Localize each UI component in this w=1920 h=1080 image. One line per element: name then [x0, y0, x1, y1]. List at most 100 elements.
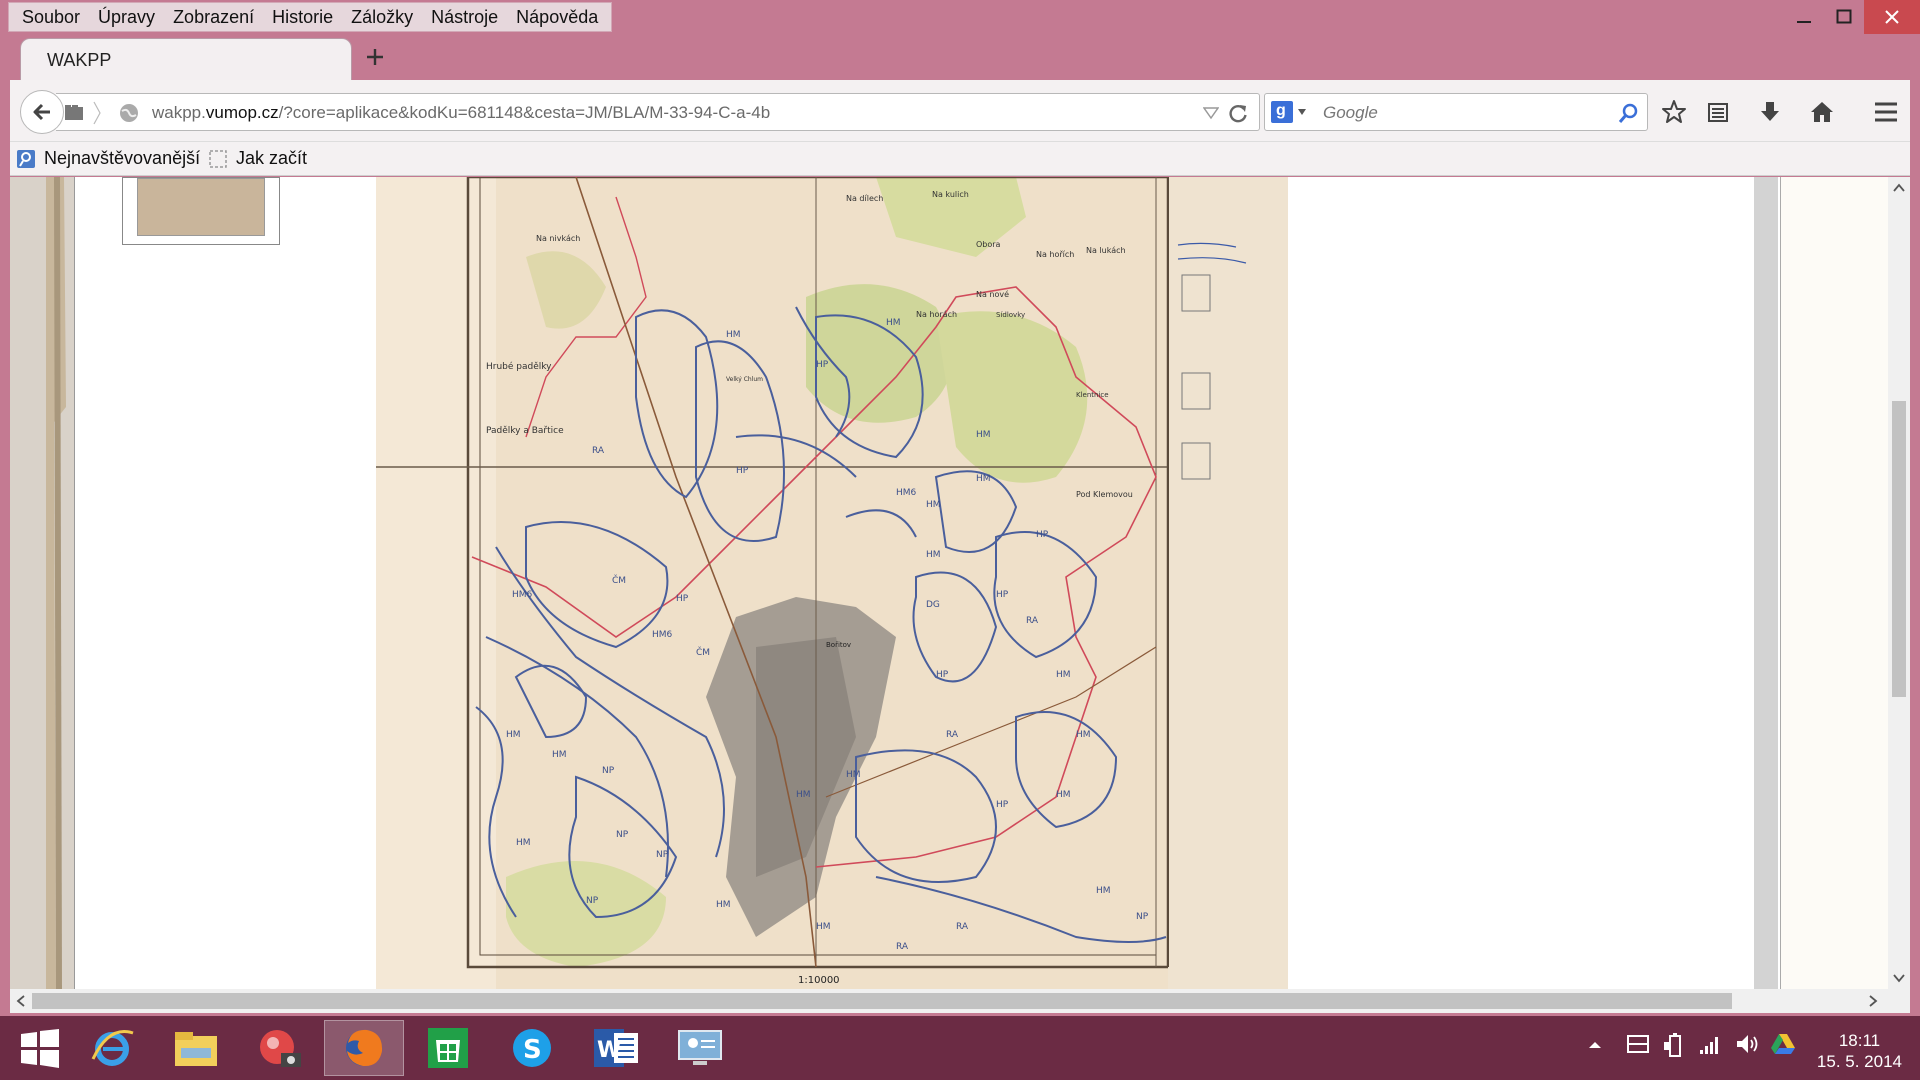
soil-code-label: HM: [516, 838, 531, 848]
map-place-label: Bořitov: [826, 641, 851, 649]
map-place-label: Klentnice: [1076, 391, 1109, 399]
tab-title: WAKPP: [47, 50, 112, 70]
menu-napoveda[interactable]: Nápověda: [507, 3, 607, 31]
soil-code-label: HM: [926, 500, 941, 510]
system-clock[interactable]: 18:11 15. 5. 2014: [1817, 1030, 1902, 1072]
bookmark-getting-started[interactable]: Jak začít: [208, 148, 307, 169]
soil-code-label: NP: [616, 830, 629, 840]
bookmark-most-visited[interactable]: Nejnavštěvovanější: [16, 148, 200, 169]
soil-code-label: HM: [1056, 790, 1071, 800]
taskbar-remote-desktop[interactable]: [660, 1020, 740, 1076]
bookmark-label: Jak začít: [236, 148, 308, 168]
soil-code-label: RA: [956, 922, 969, 932]
most-visited-icon: [17, 149, 35, 168]
vertical-scroll-thumb[interactable]: [1892, 401, 1906, 697]
taskbar-word[interactable]: W: [576, 1020, 656, 1076]
url-bar[interactable]: wakpp.vumop.cz/?core=aplikace&kodKu=6811…: [56, 93, 1260, 131]
site-globe-icon[interactable]: [118, 102, 140, 124]
soil-code-label: RA: [1026, 616, 1039, 626]
scanned-soil-map[interactable]: Na dílech Na kulich Obora Na nivkách Hru…: [376, 177, 1508, 989]
show-hidden-icons-icon[interactable]: [1588, 1040, 1602, 1050]
menu-bar: Soubor Úpravy Zobrazení Historie Záložky…: [8, 2, 613, 32]
menu-historie[interactable]: Historie: [263, 3, 342, 31]
url-text[interactable]: wakpp.vumop.cz/?core=aplikace&kodKu=6811…: [152, 103, 770, 123]
tab-groups-icon[interactable]: [64, 103, 84, 123]
right-gutter: [1754, 177, 1778, 989]
action-center-icon[interactable]: [1626, 1032, 1650, 1054]
taskbar-file-explorer[interactable]: [156, 1020, 236, 1076]
map-place-label: Na dílech: [846, 194, 883, 203]
power-battery-icon[interactable]: [1662, 1032, 1686, 1058]
menu-button[interactable]: [1868, 94, 1904, 130]
engine-dropdown-icon[interactable]: [1297, 108, 1307, 116]
volume-icon[interactable]: [1734, 1032, 1760, 1056]
map-place-label: Sídlovky: [996, 311, 1025, 319]
vertical-scrollbar[interactable]: [1888, 177, 1910, 989]
map-place-label: Obora: [976, 240, 1001, 249]
taskbar-camera-app[interactable]: [240, 1020, 320, 1076]
svg-text:S: S: [523, 1035, 542, 1065]
left-page-panel: [74, 177, 116, 989]
soil-code-label: HM: [716, 900, 731, 910]
maximize-button[interactable]: [1824, 0, 1864, 34]
home-button[interactable]: [1804, 94, 1840, 130]
folder-icon: [175, 1032, 217, 1066]
google-drive-icon[interactable]: [1770, 1032, 1796, 1056]
right-page-edge: [1780, 177, 1888, 989]
windows-logo-icon: [21, 1029, 59, 1068]
downloads-button[interactable]: [1752, 94, 1788, 130]
soil-code-label: HM: [976, 430, 991, 440]
back-button[interactable]: [20, 90, 64, 134]
menu-zobrazeni[interactable]: Zobrazení: [164, 3, 263, 31]
map-place-label: Na nivkách: [536, 234, 580, 243]
scroll-left-arrow-icon[interactable]: [16, 995, 26, 1007]
soil-code-label: HM: [726, 330, 741, 340]
skype-icon: S: [513, 1029, 551, 1067]
soil-code-label: HM6: [652, 630, 673, 640]
close-button[interactable]: [1864, 0, 1920, 34]
tab-wakpp[interactable]: WAKPP: [20, 38, 352, 82]
map-left-margin: [376, 177, 496, 989]
horizontal-scroll-thumb[interactable]: [32, 993, 1732, 1009]
scroll-down-arrow-icon[interactable]: [1893, 973, 1905, 983]
soil-code-label: HP: [996, 590, 1009, 600]
network-signal-icon[interactable]: [1698, 1032, 1722, 1056]
soil-code-label: HM: [1056, 670, 1071, 680]
bookmarks-menu-button[interactable]: [1700, 94, 1736, 130]
horizontal-scrollbar[interactable]: [10, 989, 1910, 1013]
map-place-label: Na kulich: [932, 190, 969, 199]
map-thumbnail[interactable]: [122, 177, 280, 245]
scroll-right-arrow-icon[interactable]: [1868, 995, 1878, 1007]
soil-code-label: HM: [926, 550, 941, 560]
store-icon: [428, 1028, 468, 1068]
menu-nastroje[interactable]: Nástroje: [422, 3, 507, 31]
back-arrow-icon: [33, 103, 50, 121]
google-search-engine-icon[interactable]: g: [1271, 101, 1293, 123]
search-bar[interactable]: g Google: [1264, 93, 1648, 131]
menu-zalozky[interactable]: Záložky: [342, 3, 422, 31]
menu-upravy[interactable]: Úpravy: [89, 3, 164, 31]
menu-soubor[interactable]: Soubor: [13, 3, 89, 31]
close-icon: [1885, 10, 1899, 24]
map-legend-panel: [1168, 177, 1288, 989]
word-icon: W: [594, 1029, 638, 1067]
map-right-margin: [1288, 177, 1508, 989]
bookmark-star-button[interactable]: [1656, 94, 1692, 130]
reload-icon[interactable]: [1227, 102, 1249, 124]
taskbar-skype[interactable]: S: [492, 1020, 572, 1076]
start-button[interactable]: [0, 1020, 80, 1076]
taskbar-store[interactable]: [408, 1020, 488, 1076]
soil-code-label: HM: [846, 770, 861, 780]
soil-code-label: HM6: [512, 590, 533, 600]
minimize-button[interactable]: [1784, 0, 1824, 34]
new-tab-plus-icon[interactable]: [362, 44, 388, 70]
taskbar-firefox[interactable]: [324, 1020, 404, 1076]
history-dropdown-icon[interactable]: [1203, 106, 1219, 120]
map-place-label: Pod Klemovou: [1076, 490, 1133, 499]
taskbar-internet-explorer[interactable]: [72, 1020, 152, 1076]
soil-code-label: HM: [796, 790, 811, 800]
search-icon[interactable]: [1617, 102, 1639, 124]
soil-code-label: HP: [936, 670, 949, 680]
scroll-up-arrow-icon[interactable]: [1893, 183, 1905, 193]
soil-code-label: HP: [1036, 530, 1049, 540]
